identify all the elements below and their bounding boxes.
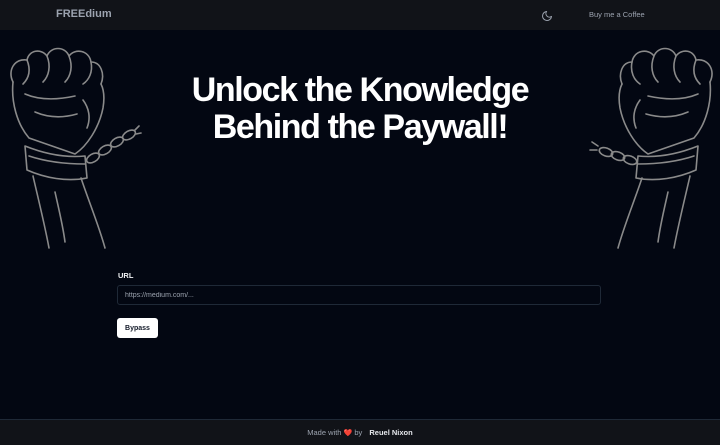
footer: Made with ❤️ by Reuel Nixon [0, 419, 720, 445]
app-page: FREEdium Buy me a Coffee Unlock the Know… [0, 0, 720, 445]
hero-title-line-1: Unlock the Knowledge [191, 71, 530, 109]
url-input[interactable] [117, 285, 601, 305]
moon-icon[interactable] [541, 9, 553, 21]
top-navbar: FREEdium Buy me a Coffee [0, 0, 720, 30]
buy-me-a-coffee-link[interactable]: Buy me a Coffee [589, 10, 645, 19]
footer-made-with: Made with [307, 428, 342, 437]
footer-by: by [354, 428, 363, 437]
bypass-button[interactable]: Bypass [117, 318, 158, 338]
brand-logo[interactable]: FREEdium [56, 8, 112, 20]
heart-icon: ❤️ [343, 430, 353, 437]
hero-title: Unlock the Knowledge Behind the Paywall! [0, 72, 720, 146]
author-link[interactable]: Reuel Nixon [369, 428, 412, 437]
hero-title-line-2: Behind the Paywall! [212, 108, 509, 146]
url-label: URL [118, 271, 134, 280]
